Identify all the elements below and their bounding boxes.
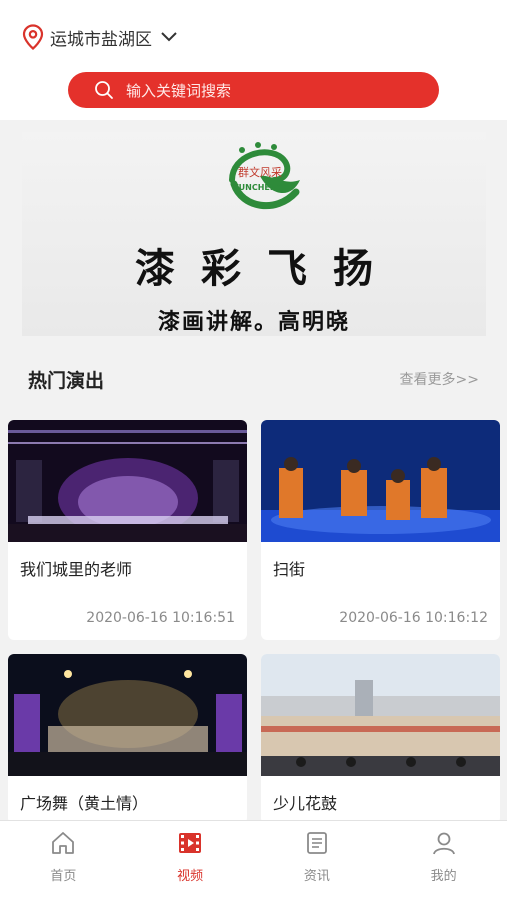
section-title: 热门演出 <box>28 370 105 392</box>
card-title: 广场舞（黄土情） <box>20 794 149 813</box>
location-selector[interactable]: 运城市盐湖区 <box>22 22 178 52</box>
tab-label: 资讯 <box>303 869 330 884</box>
performance-card[interactable]: 少儿花鼓 <box>261 654 500 824</box>
user-icon <box>432 832 455 855</box>
tab-home[interactable]: 首页 <box>0 821 127 900</box>
performance-card[interactable]: 广场舞（黄土情） <box>8 654 247 824</box>
top-bar: 运城市盐湖区 输入关键词搜索 <box>0 0 507 120</box>
bottom-tab-bar: 首页 视频 资讯 我的 <box>0 820 507 900</box>
card-title: 我们城里的老师 <box>20 560 133 579</box>
view-more-link[interactable]: 查看更多>> <box>400 369 479 389</box>
card-timestamp: 2020-06-16 10:16:12 <box>339 610 488 626</box>
home-icon <box>52 832 75 854</box>
tab-news[interactable]: 资讯 <box>254 821 381 900</box>
banner[interactable]: 群文风采 YUNCHENG 漆彩飞扬 漆画讲解。高明晓 <box>22 132 486 336</box>
performance-thumbnail <box>261 654 500 776</box>
search-placeholder: 输入关键词搜索 <box>126 81 232 100</box>
search-bar[interactable]: 输入关键词搜索 <box>68 72 439 108</box>
search-icon <box>95 81 113 99</box>
performance-thumbnail <box>8 654 247 776</box>
performance-card[interactable]: 扫街 2020-06-16 10:16:12 <box>261 420 500 640</box>
performance-thumbnail <box>261 420 500 542</box>
news-icon <box>306 832 327 854</box>
tab-label: 视频 <box>177 869 204 884</box>
performance-card[interactable]: 我们城里的老师 2020-06-16 10:16:51 <box>8 420 247 640</box>
video-icon <box>179 833 202 853</box>
location-label: 运城市盐湖区 <box>50 29 152 50</box>
tab-video[interactable]: 视频 <box>127 821 254 900</box>
performance-thumbnail <box>8 420 247 542</box>
logo-text-bottom: YUNCHENG <box>232 183 283 192</box>
tab-label: 首页 <box>50 869 77 884</box>
card-timestamp: 2020-06-16 10:16:51 <box>86 610 235 626</box>
tab-mine[interactable]: 我的 <box>380 821 507 900</box>
logo-text-top: 群文风采 <box>238 165 282 179</box>
card-title: 少儿花鼓 <box>273 794 338 813</box>
banner-title: 漆彩飞扬 <box>135 245 399 292</box>
banner-subtitle: 漆画讲解。高明晓 <box>157 310 350 335</box>
card-title: 扫街 <box>273 560 306 579</box>
tab-label: 我的 <box>430 869 457 884</box>
location-pin-icon <box>22 24 44 50</box>
hot-performances-header: 热门演出 查看更多>> <box>0 358 507 398</box>
yuncheng-logo: 群文风采 YUNCHENG <box>229 142 300 210</box>
chevron-down-icon <box>161 32 177 42</box>
